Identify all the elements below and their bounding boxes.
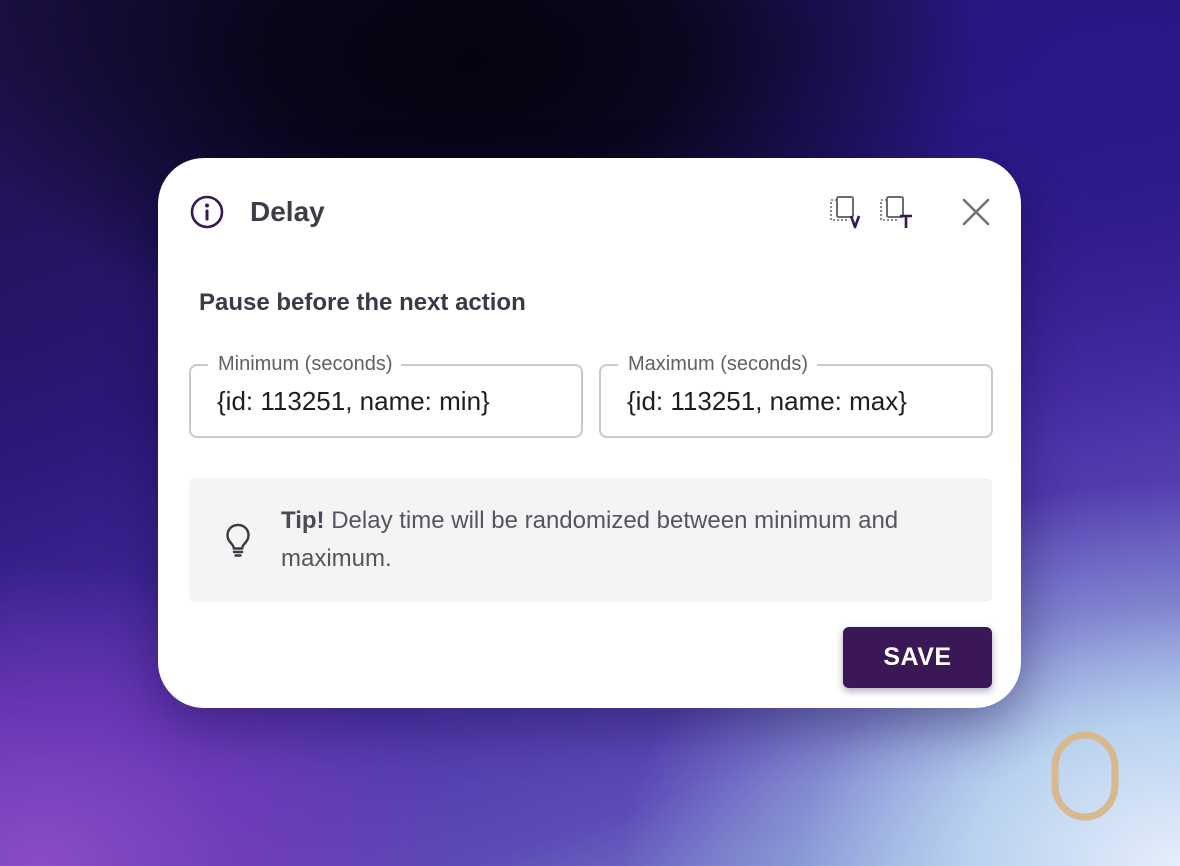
- maximum-input[interactable]: [627, 384, 977, 418]
- close-icon[interactable]: [960, 196, 992, 228]
- lightbulb-icon: [226, 523, 250, 557]
- text-icon[interactable]: [879, 196, 917, 232]
- maximum-field: Maximum (seconds): [599, 350, 993, 438]
- minimum-field-label: Minimum (seconds): [208, 350, 402, 378]
- dialog-title: Delay: [250, 196, 325, 227]
- variables-icon[interactable]: [829, 196, 867, 232]
- logo-ring-icon: [1051, 731, 1119, 821]
- minimum-input[interactable]: [217, 384, 567, 418]
- info-icon: [190, 195, 224, 229]
- maximum-field-label: Maximum (seconds): [618, 350, 818, 378]
- save-button[interactable]: SAVE: [843, 627, 992, 688]
- tip-label: Tip!: [281, 507, 325, 534]
- dialog-subtitle: Pause before the next action: [199, 289, 526, 316]
- minimum-field: Minimum (seconds): [189, 350, 583, 438]
- tip-text: Tip! Delay time will be randomized betwe…: [281, 502, 971, 578]
- tip-message: Delay time will be randomized between mi…: [281, 507, 899, 572]
